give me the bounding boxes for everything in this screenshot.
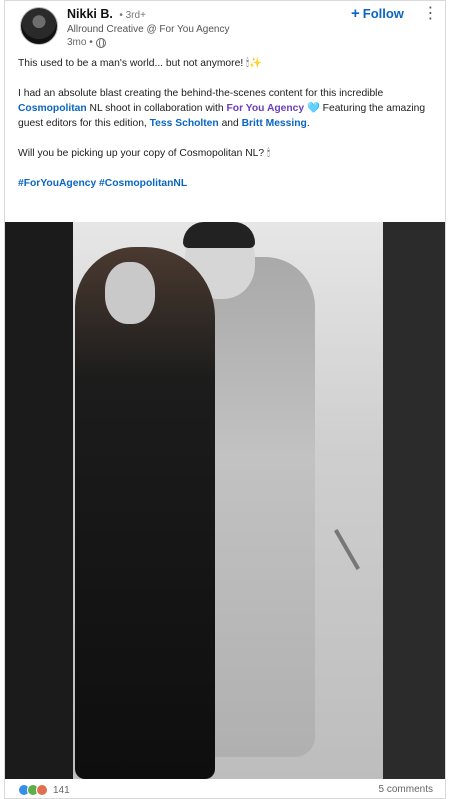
photo-right-wall [383,222,445,779]
avatar[interactable] [20,7,58,45]
follow-label: Follow [362,6,404,21]
reaction-count: 141 [53,784,70,796]
photo-figure-hair [183,222,255,248]
follow-button[interactable]: + Follow [351,6,404,21]
post-time: 3mo • [67,37,106,48]
post-age: 3mo • [67,37,93,48]
love-icon [36,784,48,796]
mention-britt-messing[interactable]: Britt Messing [242,118,307,129]
reactions-summary[interactable]: 141 [18,784,70,796]
globe-icon [95,37,106,48]
photo-dark-wall [5,222,73,779]
text-segment: I had an absolute blast creating the beh… [18,88,384,99]
comments-count[interactable]: 5 comments [379,784,433,795]
author-name[interactable]: Nikki B. [67,7,113,21]
post-card: Nikki B. • 3rd+ Allround Creative @ For … [4,0,446,799]
social-counts: 141 5 comments [5,780,445,799]
more-options-button[interactable]: ⋮ [421,3,441,22]
mention-cosmopolitan[interactable]: Cosmopolitan [18,103,87,114]
post-question: Will you be picking up your copy of Cosm… [18,148,270,159]
hashtags[interactable]: #ForYouAgency #CosmopolitanNL [18,176,434,191]
post-paragraph-2: I had an absolute blast creating the beh… [18,86,434,131]
mention-for-you-agency[interactable]: For You Agency [227,103,305,114]
mention-tess-scholten[interactable]: Tess Scholten [150,118,219,129]
text-segment: and [218,118,242,129]
post-line-1: This used to be a man's world... but not… [18,58,262,69]
author-headline: Allround Creative @ For You Agency [67,24,230,35]
text-segment: NL shoot in collaboration with [86,103,227,114]
plus-icon: + [351,5,360,22]
author-line: Nikki B. • 3rd+ [67,7,146,21]
text-segment: . [306,118,310,129]
photo-figure-face [105,262,155,324]
post-body: This used to be a man's world... but not… [18,56,434,206]
connection-degree: • 3rd+ [119,10,146,21]
post-header: Nikki B. • 3rd+ Allround Creative @ For … [5,1,445,51]
photo-figure-fur-coat [75,247,215,779]
post-image[interactable] [5,222,445,779]
